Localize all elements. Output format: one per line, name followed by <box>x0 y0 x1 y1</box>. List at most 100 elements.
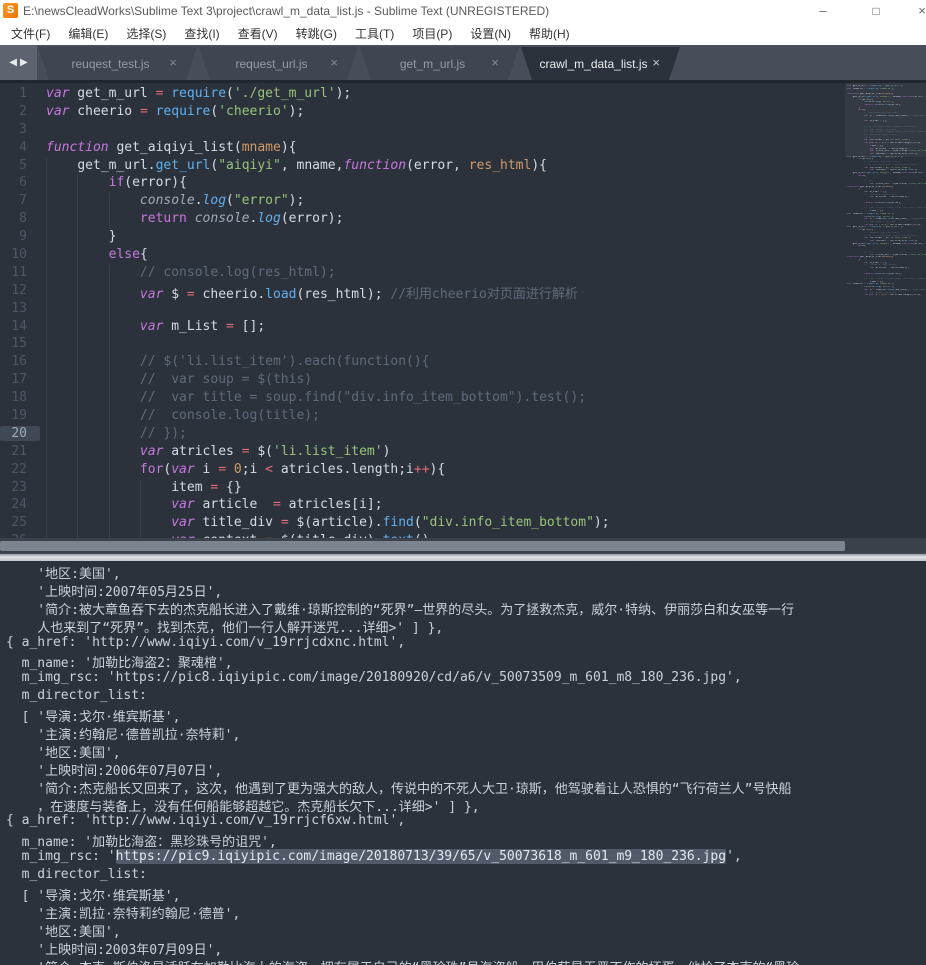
line-number: 3 <box>19 121 27 137</box>
sublime-logo-icon: S <box>3 3 18 18</box>
console-line: '简介:杰克·斯伯洛是活跃在加勒比海上的海盗，拥有属于自己的“黑珍珠”号海盗船。… <box>6 957 926 965</box>
menu-item-edit[interactable]: 编辑(E) <box>59 22 117 45</box>
menu-item-tools[interactable]: 工具(T) <box>346 22 403 45</box>
horizontal-scrollbar-thumb[interactable] <box>0 541 845 551</box>
console-line: m_name: '加勒比海盗2：聚魂棺', <box>6 656 233 672</box>
code-line: 13 <box>0 300 926 319</box>
console-line: '上映时间:2003年07月09日', <box>6 942 223 958</box>
code-text: if(error){ <box>108 175 187 191</box>
tab-get_m_url-js[interactable]: get_m_url.js × <box>360 47 519 80</box>
code-text: // var soup = $(this) <box>139 372 313 388</box>
code-text: var article = atricles[i]; <box>171 497 383 513</box>
line-number: 19 <box>11 408 27 424</box>
menu-item-find[interactable]: 查找(I) <box>175 22 228 45</box>
indent-guide <box>108 318 110 337</box>
indent-guide <box>139 479 141 498</box>
code-line: 20 // }); <box>0 425 926 444</box>
output-panel[interactable]: '地区:美国', '上映时间:2007年05月25日', '简介:被大章鱼吞下去… <box>0 561 926 965</box>
line-number: 18 <box>11 390 27 406</box>
indent-guide <box>46 264 47 283</box>
console-line: '上映时间:2007年05月25日', <box>6 584 223 600</box>
indent-guide <box>108 300 110 319</box>
console-line: '地区:美国', <box>6 567 121 582</box>
indent-guide <box>46 282 47 301</box>
code-text: else{ <box>108 247 148 263</box>
console-line: '简介:杰克船长又回来了，这次，他遇到了更为强大的敌人，传说中的不死人大卫·琼斯… <box>6 781 792 797</box>
tab-close-icon[interactable]: × <box>652 55 660 71</box>
menu-item-file[interactable]: 文件(F) <box>2 22 59 45</box>
indent-guide <box>77 336 79 355</box>
line-number: 23 <box>11 479 27 495</box>
tab-label: request_url.js <box>235 56 308 71</box>
tab-label: reuqest_test.js <box>71 56 150 71</box>
code-text: var cheerio = require('cheerio'); <box>46 103 305 119</box>
next-tab-arrow-icon[interactable]: ▶ <box>20 57 28 68</box>
tab-reuqest_test-js[interactable]: reuqest_test.js × <box>38 47 197 80</box>
tab-close-icon[interactable]: × <box>330 55 338 71</box>
console-line: '主演:约翰尼·德普凯拉·奈特莉', <box>6 728 241 744</box>
indent-guide <box>46 497 47 516</box>
code-text: function get_aiqiyi_list(mname){ <box>46 139 297 155</box>
code-line: 18 // var title = soup.find("div.info_it… <box>0 390 926 409</box>
indent-guide <box>77 390 79 409</box>
indent-guide <box>46 408 47 426</box>
line-number: 20 <box>0 425 40 441</box>
editor-pane[interactable]: 1 var get_m_url = require('./get_m_url');… <box>0 83 926 553</box>
minimize-button[interactable]: – <box>812 2 834 20</box>
line-number: 12 <box>11 282 27 298</box>
line-number: 14 <box>11 318 27 334</box>
minimap-line: for(var i = 0;i < atricles.length;i++){ <box>864 294 921 297</box>
console-line: m_director_list: <box>6 688 147 704</box>
menu-item-goto[interactable]: 转跳(G) <box>287 22 346 45</box>
code-line: 17 // var soup = $(this) <box>0 372 926 391</box>
menu-item-view[interactable]: 查看(V) <box>229 22 287 45</box>
tab-close-icon[interactable]: × <box>491 55 499 71</box>
console-line: '地区:美国', <box>6 745 121 761</box>
menu-item-project[interactable]: 项目(P) <box>403 22 461 45</box>
menu-item-preferences[interactable]: 设置(N) <box>461 22 520 45</box>
console-line: [ '导演:戈尔·维宾斯基', <box>6 710 181 726</box>
minimap[interactable]: var get_m_url = require('./get_m_url'); v… <box>845 83 926 538</box>
tab-request_url-js[interactable]: request_url.js × <box>199 47 358 80</box>
indent-guide <box>77 282 79 301</box>
line-number: 9 <box>19 229 27 245</box>
code-text: get_m_url.get_url("aiqiyi", mname,functi… <box>46 157 547 173</box>
maximize-button[interactable]: □ <box>865 2 887 20</box>
code-line: 8 return console.log(error); <box>0 211 926 230</box>
indent-guide <box>108 461 110 480</box>
tab-close-icon[interactable]: × <box>169 55 177 71</box>
code-line: 9 } <box>0 229 926 248</box>
indent-guide <box>77 264 79 283</box>
code-line: 2 var cheerio = require('cheerio'); <box>0 104 926 122</box>
indent-guide <box>108 425 110 444</box>
indent-guide <box>108 408 110 426</box>
code-line: 19 // console.log(title); <box>0 408 926 426</box>
indent-guide <box>77 247 79 265</box>
indent-guide <box>46 318 47 337</box>
line-number: 13 <box>11 300 27 316</box>
indent-guide <box>77 408 79 426</box>
line-number: 6 <box>19 175 27 191</box>
code-line: 25 var title_div = $(article).find("div.… <box>0 515 926 534</box>
code-area[interactable]: 1 var get_m_url = require('./get_m_url');… <box>0 83 926 538</box>
code-text: // }); <box>139 425 187 441</box>
pane-divider[interactable] <box>0 553 926 561</box>
line-number: 21 <box>11 443 27 459</box>
indent-guide <box>108 211 110 230</box>
close-window-button[interactable]: × <box>911 2 926 20</box>
code-line: 5 get_m_url.get_url("aiqiyi", mname,func… <box>0 157 926 176</box>
horizontal-scrollbar[interactable] <box>0 538 926 553</box>
line-number: 17 <box>11 372 27 388</box>
indent-guide <box>46 211 47 230</box>
code-text: for(var i = 0;i < atricles.length;i++){ <box>139 461 446 477</box>
code-line: 10 else{ <box>0 247 926 265</box>
indent-guide <box>108 372 110 391</box>
indent-guide <box>46 479 47 498</box>
menu-item-help[interactable]: 帮助(H) <box>520 22 579 45</box>
tab-crawl_m_data_list-js[interactable]: crawl_m_data_list.js × <box>521 47 680 80</box>
prev-tab-arrow-icon[interactable]: ◀ <box>9 57 17 68</box>
menu-item-selection[interactable]: 选择(S) <box>117 22 175 45</box>
indent-guide <box>108 443 110 462</box>
line-number: 10 <box>11 247 27 263</box>
indent-guide <box>77 497 79 516</box>
